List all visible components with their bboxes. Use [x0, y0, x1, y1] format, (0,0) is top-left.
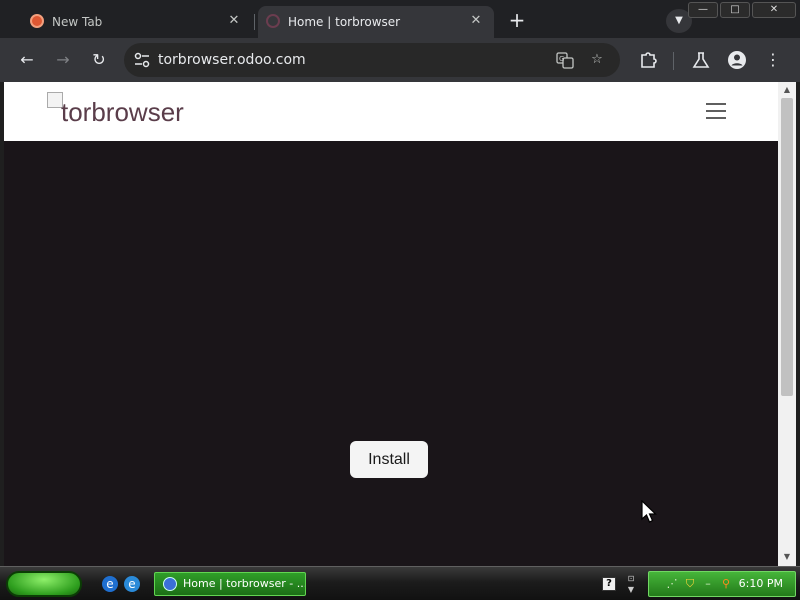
screen: New Tab ✕ Home | torbrowser ✕ + ▼ — □ ✕ …	[0, 0, 800, 600]
browser-toolbar: ← → ↻ torbrowser.odoo.com G ☆ ⋮	[0, 38, 800, 82]
page-viewport: torbrowser Install ▲ ▼	[4, 82, 796, 566]
hero-section: Install	[4, 141, 778, 566]
system-clock: 6:10 PM	[738, 577, 783, 590]
reload-icon[interactable]: ↻	[85, 46, 113, 74]
loading-favicon-icon	[266, 14, 280, 28]
tab-new-tab[interactable]: New Tab ✕	[22, 6, 252, 38]
tab-close-icon[interactable]: ✕	[468, 13, 484, 29]
browser-quicklaunch-icon[interactable]: e	[124, 576, 140, 592]
taskbar-window-title: Home | torbrowser - ...	[183, 577, 306, 590]
network-icon[interactable]: ⋰	[665, 577, 679, 591]
new-tab-button[interactable]: +	[504, 9, 530, 33]
duckduckgo-favicon-icon	[30, 14, 44, 28]
window-controls: — □ ✕	[688, 2, 796, 18]
tab-strip: New Tab ✕ Home | torbrowser ✕ + ▼ — □ ✕	[0, 0, 800, 38]
extensions-puzzle-icon[interactable]	[634, 46, 662, 74]
site-header: torbrowser	[4, 82, 778, 141]
menu-kebab-icon[interactable]: ⋮	[759, 46, 787, 74]
search-magnifier-icon[interactable]: ⚲	[719, 577, 733, 591]
toolbar-separator	[673, 52, 674, 70]
translate-icon[interactable]: G	[556, 51, 574, 69]
scroll-up-arrow-icon[interactable]: ▲	[782, 85, 792, 95]
site-info-tune-icon[interactable]	[134, 52, 150, 68]
address-bar[interactable]: torbrowser.odoo.com G ☆	[124, 43, 620, 77]
maximize-button[interactable]: □	[720, 2, 750, 18]
tab-separator	[254, 14, 255, 30]
tab-title: Home | torbrowser	[288, 15, 401, 29]
tab-home-torbrowser[interactable]: Home | torbrowser ✕	[258, 6, 494, 38]
help-icon[interactable]: ?	[602, 577, 616, 591]
back-arrow-icon[interactable]: ←	[13, 46, 41, 74]
taskbar-window-button[interactable]: Home | torbrowser - ...	[154, 572, 306, 596]
install-button[interactable]: Install	[350, 441, 428, 478]
logo-alt-text: torbrowser	[61, 97, 184, 127]
bookmark-star-icon[interactable]: ☆	[588, 51, 606, 69]
tab-close-icon[interactable]: ✕	[226, 13, 242, 29]
tray-expand-arrows-icon[interactable]: ⊡ ▼	[626, 573, 636, 595]
system-tray: ⋰ ⛉ – ⚲ 6:10 PM	[648, 571, 796, 597]
close-window-button[interactable]: ✕	[752, 2, 796, 18]
scroll-down-arrow-icon[interactable]: ▼	[782, 552, 792, 562]
hamburger-menu-icon[interactable]	[706, 103, 726, 119]
internet-explorer-icon[interactable]: e	[102, 576, 118, 592]
url-text: torbrowser.odoo.com	[158, 52, 306, 68]
start-button[interactable]	[6, 571, 82, 597]
mouse-cursor-icon	[641, 500, 657, 523]
labs-flask-icon[interactable]	[687, 46, 715, 74]
site-logo[interactable]: torbrowser	[47, 92, 184, 132]
window-app-icon	[163, 577, 177, 591]
tab-title: New Tab	[52, 15, 103, 29]
security-shield-icon[interactable]: ⛉	[683, 577, 697, 591]
profile-avatar-icon[interactable]	[723, 46, 751, 74]
minimize-button[interactable]: —	[688, 2, 718, 18]
forward-arrow-icon[interactable]: →	[49, 46, 77, 74]
page-scrollbar[interactable]: ▲ ▼	[778, 82, 796, 566]
volume-icon[interactable]: –	[701, 577, 715, 591]
scrollbar-thumb[interactable]	[781, 98, 793, 396]
svg-text:G: G	[559, 55, 564, 63]
os-taskbar: e e Home | torbrowser - ... ? ⊡ ▼ ⋰ ⛉ – ⚲…	[0, 566, 800, 600]
